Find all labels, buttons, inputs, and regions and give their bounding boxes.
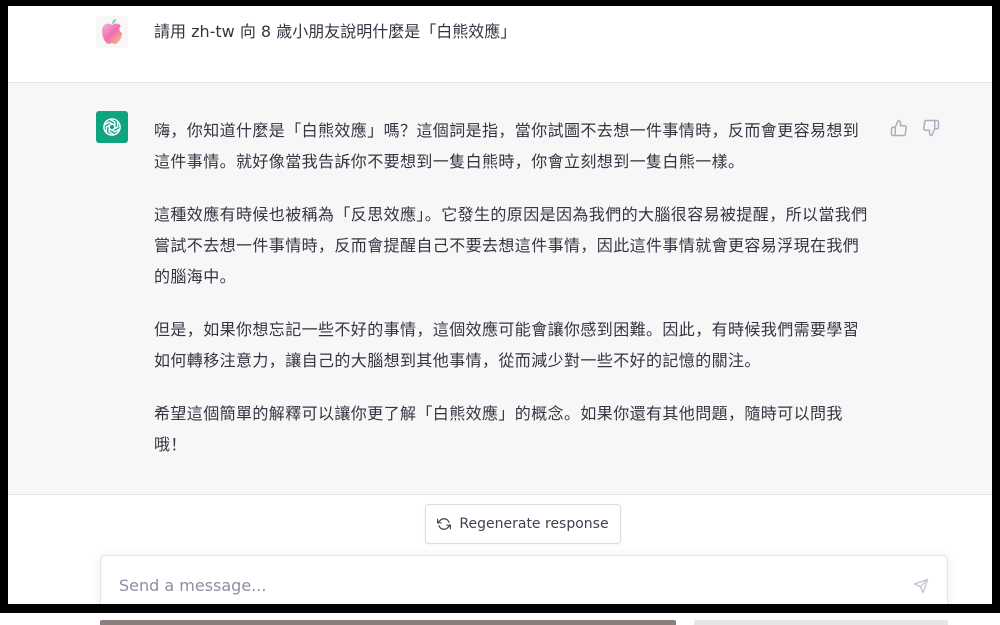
user-message-text: 請用 zh-tw 向 8 歲小朋友說明什麼是「白熊效應」	[154, 22, 517, 41]
assistant-message-row: 嗨，你知道什麼是「白熊效應」嗎？這個詞是指，當你試圖不去想一件事情時，反而會更容…	[8, 83, 992, 495]
below-frame-bar-right	[694, 620, 948, 625]
answer-paragraph: 這種效應有時候也被稱為「反思效應」。它發生的原因是因為我們的大腦很容易被提醒，所…	[154, 205, 868, 286]
regenerate-label: Regenerate response	[459, 516, 609, 532]
thumbs-up-icon	[890, 119, 907, 137]
assistant-message-text: 嗨，你知道什麼是「白熊效應」嗎？這個詞是指，當你試圖不去想一件事情時，反而會更容…	[154, 115, 872, 482]
answer-paragraph: 但是，如果你想忘記一些不好的事情，這個效應可能會讓你感到困難。因此，有時候我們需…	[154, 320, 860, 370]
regenerate-response-button[interactable]: Regenerate response	[425, 504, 621, 544]
thumbs-down-button[interactable]	[922, 119, 940, 137]
answer-paragraph: 嗨，你知道什麼是「白熊效應」嗎？這個詞是指，當你試圖不去想一件事情時，反而會更容…	[154, 121, 860, 171]
assistant-avatar	[96, 111, 128, 143]
screenshot-frame: 請用 zh-tw 向 8 歲小朋友說明什麼是「白熊效應」 嗨，你知道什麼是「白熊…	[0, 0, 1000, 625]
send-button[interactable]	[911, 576, 931, 596]
apple-logo-icon	[102, 19, 122, 44]
message-input[interactable]	[117, 570, 881, 600]
openai-logo-icon	[103, 118, 121, 136]
user-avatar	[96, 16, 128, 48]
thumbs-down-icon	[923, 119, 940, 137]
feedback-buttons	[890, 119, 940, 137]
answer-paragraph: 希望這個簡單的解釋可以讓你更了解「白熊效應」的概念。如果你還有其他問題，隨時可以…	[154, 404, 843, 454]
below-frame-bar-left	[100, 620, 676, 625]
frame-border-bottom	[0, 604, 1000, 613]
user-message-row: 請用 zh-tw 向 8 歲小朋友說明什麼是「白熊效應」	[8, 6, 992, 83]
refresh-icon	[437, 518, 452, 530]
send-icon	[913, 578, 929, 594]
thumbs-up-button[interactable]	[890, 119, 908, 137]
